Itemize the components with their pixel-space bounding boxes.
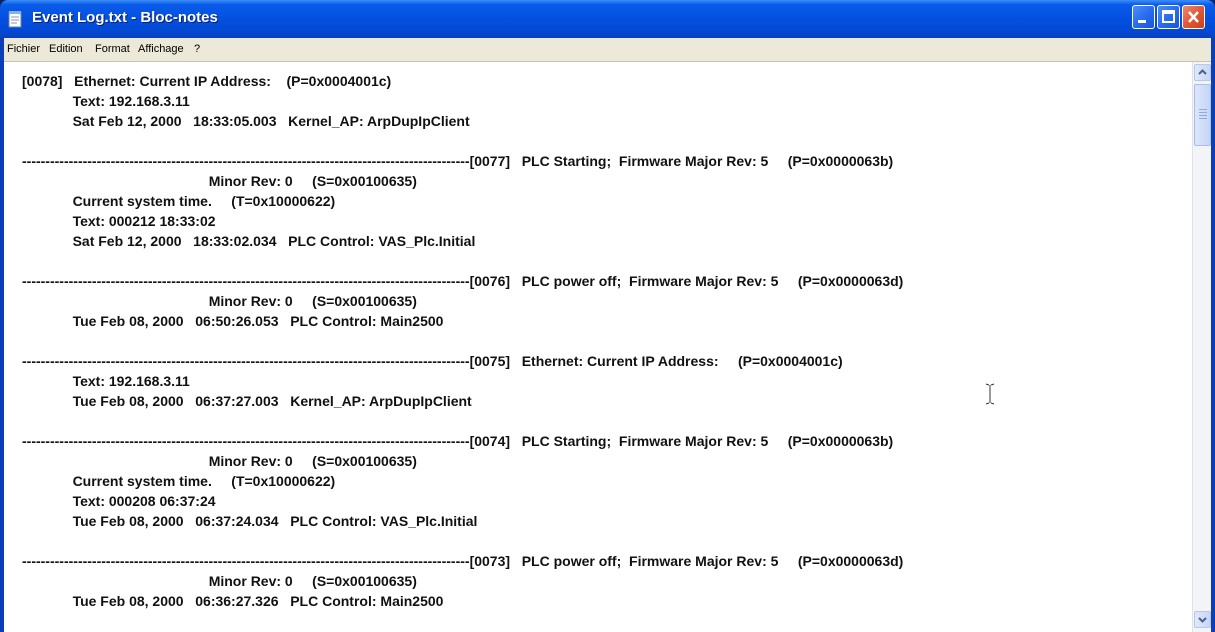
minimize-icon [1138,20,1146,23]
scroll-grip-line [1199,118,1207,119]
vertical-scrollbar[interactable] [1192,62,1211,632]
title-bar[interactable]: Event Log.txt - Bloc-notes [0,0,1215,38]
document-line: ----------------------------------------… [22,433,894,449]
notepad-window: Event Log.txt - Bloc-notes Fichier Editi… [0,0,1215,632]
document-text[interactable]: [0078] Ethernet: Current IP Address: (P=… [4,62,903,611]
document-line: Text: 192.168.3.11 [22,93,190,109]
scroll-up-arrow-icon [1198,69,1207,75]
document-line: ----------------------------------------… [22,273,904,289]
scroll-down-arrow-icon [1198,617,1207,623]
scroll-grip-line [1199,115,1207,116]
document-line: [0078] Ethernet: Current IP Address: (P=… [22,73,392,89]
document-line: Minor Rev: 0 (S=0x00100635) [22,453,417,469]
document-line: Text: 192.168.3.11 [22,373,190,389]
document-line: Text: 000212 18:33:02 [22,213,216,229]
document-line: ----------------------------------------… [22,553,904,569]
close-icon [1188,11,1199,23]
window-title: Event Log.txt - Bloc-notes [32,9,218,26]
document-line: Minor Rev: 0 (S=0x00100635) [22,173,417,189]
notepad-icon[interactable] [8,10,24,28]
menu-affichage[interactable]: Affichage [138,43,184,55]
menu-edition[interactable]: Edition [49,43,83,55]
scroll-grip-line [1199,109,1207,110]
menu-fichier[interactable]: Fichier [7,43,40,55]
scroll-grip-line [1199,112,1207,113]
document-line: Text: 000208 06:37:24 [22,493,216,509]
text-cursor-icon [985,383,995,405]
document-line: Current system time. (T=0x10000622) [22,473,336,489]
document-line: Minor Rev: 0 (S=0x00100635) [22,293,417,309]
document-line: Tue Feb 08, 2000 06:37:27.003 Kernel_AP:… [22,393,472,409]
document-line: Sat Feb 12, 2000 18:33:05.003 Kernel_AP:… [22,113,470,129]
menu-bar: Fichier Edition Format Affichage ? [4,38,1211,62]
close-button[interactable] [1182,5,1205,29]
document-line: ----------------------------------------… [22,353,843,369]
minimize-button[interactable] [1132,5,1155,29]
menu-format[interactable]: Format [95,43,130,55]
window-frame-right [1211,38,1215,632]
scroll-up-button[interactable] [1194,64,1211,81]
document-line: ----------------------------------------… [22,153,894,169]
maximize-icon [1162,10,1175,23]
document-line: Minor Rev: 0 (S=0x00100635) [22,573,417,589]
text-editor[interactable]: [0078] Ethernet: Current IP Address: (P=… [4,62,1192,632]
menu-help[interactable]: ? [194,43,200,55]
document-line: Tue Feb 08, 2000 06:36:27.326 PLC Contro… [22,593,444,609]
document-line: Current system time. (T=0x10000622) [22,193,336,209]
document-line: Sat Feb 12, 2000 18:33:02.034 PLC Contro… [22,233,476,249]
document-line: Tue Feb 08, 2000 06:37:24.034 PLC Contro… [22,513,478,529]
document-line: Tue Feb 08, 2000 06:50:26.053 PLC Contro… [22,313,444,329]
scroll-thumb[interactable] [1194,84,1211,146]
maximize-button[interactable] [1157,5,1180,29]
scroll-down-button[interactable] [1194,611,1211,628]
